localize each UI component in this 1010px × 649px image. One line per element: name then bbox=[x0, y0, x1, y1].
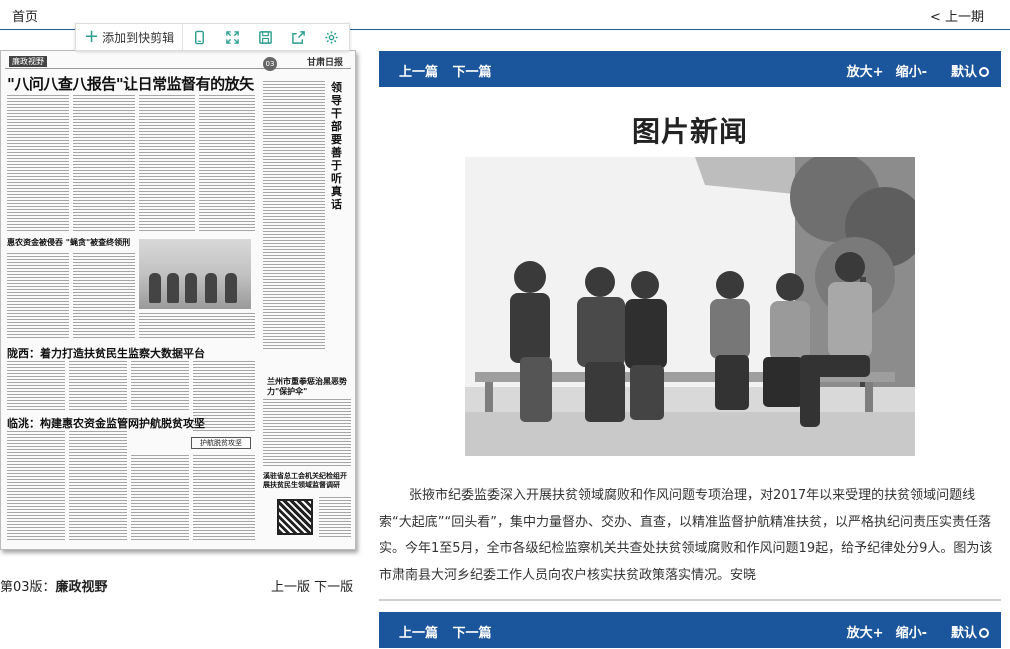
paper-column-tag: 廉政视野 bbox=[9, 56, 47, 67]
paper-masthead: 甘肃日报 bbox=[306, 58, 343, 68]
home-link[interactable]: 首页 bbox=[12, 6, 38, 25]
default-size-button[interactable]: 默认 bbox=[939, 622, 989, 641]
paper-text-block bbox=[193, 455, 255, 541]
paper-text-block bbox=[319, 497, 351, 537]
prev-article-link[interactable]: 上一篇 bbox=[399, 626, 438, 641]
paper-side-subheadline[interactable]: 溪驻省总工会机关纪检组开展扶贫民生领域监督调研 bbox=[263, 472, 353, 490]
settings-icon[interactable] bbox=[315, 24, 348, 50]
paper-text-block bbox=[131, 361, 189, 411]
default-size-label: 默认 bbox=[950, 626, 977, 641]
prev-article-link[interactable]: 上一篇 bbox=[399, 65, 438, 80]
zoom-out-button[interactable]: 缩小- bbox=[896, 622, 927, 641]
paper-text-block bbox=[139, 313, 255, 339]
add-to-clip-button[interactable]: + 添加到快剪辑 bbox=[76, 24, 184, 50]
article-body: 张掖市纪委监委深入开展扶贫领域腐败和作风问题专项治理，对2017年以来受理的扶贫… bbox=[379, 488, 993, 583]
paper-text-block bbox=[69, 361, 127, 411]
paper-text-block bbox=[7, 431, 65, 541]
newspaper-page[interactable]: 廉政视野 甘肃日报 03 "八问八查八报告"让日常监督有的放矢 领导干部要善于听… bbox=[0, 50, 356, 550]
paper-text-block bbox=[7, 253, 69, 339]
paper-qr-code bbox=[277, 499, 313, 535]
paper-side-headline[interactable]: 领导干部要善于听真话 bbox=[331, 81, 345, 211]
next-article-link[interactable]: 下一篇 bbox=[453, 626, 492, 641]
paper-page-number: 03 bbox=[263, 57, 277, 71]
divider bbox=[379, 599, 1001, 601]
phone-icon[interactable] bbox=[183, 24, 216, 50]
circle-icon bbox=[979, 628, 989, 638]
paper-headline[interactable]: "八问八查八报告"让日常监督有的放矢 bbox=[7, 73, 257, 94]
article-photo bbox=[465, 157, 915, 456]
paper-text-block bbox=[7, 361, 65, 411]
default-size-button[interactable]: 默认 bbox=[939, 61, 989, 80]
add-to-clip-label: 添加到快剪辑 bbox=[102, 30, 175, 45]
zoom-in-button[interactable]: 放大+ bbox=[847, 622, 884, 641]
paper-subheadline[interactable]: 陇西：着力打造扶贫民生监察大数据平台 bbox=[7, 345, 257, 361]
circle-icon bbox=[979, 67, 989, 77]
paper-text-block bbox=[73, 253, 135, 339]
default-size-label: 默认 bbox=[950, 65, 977, 80]
paper-subheadline[interactable]: 临洮：构建惠农资金监管网护航脱贫攻坚 bbox=[7, 415, 257, 431]
edition-name: 廉政视野 bbox=[55, 580, 108, 595]
next-article-link[interactable]: 下一篇 bbox=[453, 65, 492, 80]
paper-side-subheadline[interactable]: 兰州市重拳惩治黑恶势力"保护伞" bbox=[267, 377, 351, 397]
paper-text-block bbox=[131, 455, 189, 541]
paper-text-block bbox=[73, 95, 135, 233]
paper-text-block bbox=[263, 399, 351, 467]
paper-stamp: 护航脱贫攻坚 bbox=[191, 437, 251, 449]
zoom-out-button[interactable]: 缩小- bbox=[896, 61, 927, 80]
article-toolbar-bottom: 上一篇 下一篇 放大+ 缩小- 默认 bbox=[379, 612, 1001, 648]
edition-prefix: 第03版： bbox=[0, 580, 56, 595]
article-toolbar-top: 上一篇 下一篇 放大+ 缩小- 默认 bbox=[379, 51, 1001, 87]
share-icon[interactable] bbox=[282, 24, 315, 50]
next-version-link[interactable]: 下一版 bbox=[314, 580, 353, 595]
prev-period-link[interactable]: < 上一期 bbox=[930, 6, 984, 25]
prev-version-link[interactable]: 上一版 bbox=[271, 580, 310, 595]
paper-text-block bbox=[263, 81, 325, 351]
clip-toolbar: + 添加到快剪辑 bbox=[75, 23, 350, 51]
plus-icon: + bbox=[84, 26, 100, 47]
paper-text-block bbox=[69, 431, 127, 541]
paper-text-block bbox=[7, 95, 69, 233]
version-nav: 上一版 下一版 bbox=[271, 576, 353, 595]
paper-subheadline[interactable]: 惠农资金被侵吞 "蝇贪"被查终领刑 bbox=[7, 237, 137, 248]
paper-header: 廉政视野 甘肃日报 bbox=[5, 55, 351, 69]
paper-text-block bbox=[199, 95, 255, 233]
article-title: 图片新闻 bbox=[631, 115, 748, 148]
paper-photo bbox=[139, 239, 251, 309]
fullscreen-icon[interactable] bbox=[216, 24, 249, 50]
save-icon[interactable] bbox=[249, 24, 282, 50]
zoom-in-button[interactable]: 放大+ bbox=[847, 61, 884, 80]
edition-label: 第03版：廉政视野 bbox=[0, 576, 108, 595]
paper-text-block bbox=[139, 95, 195, 233]
